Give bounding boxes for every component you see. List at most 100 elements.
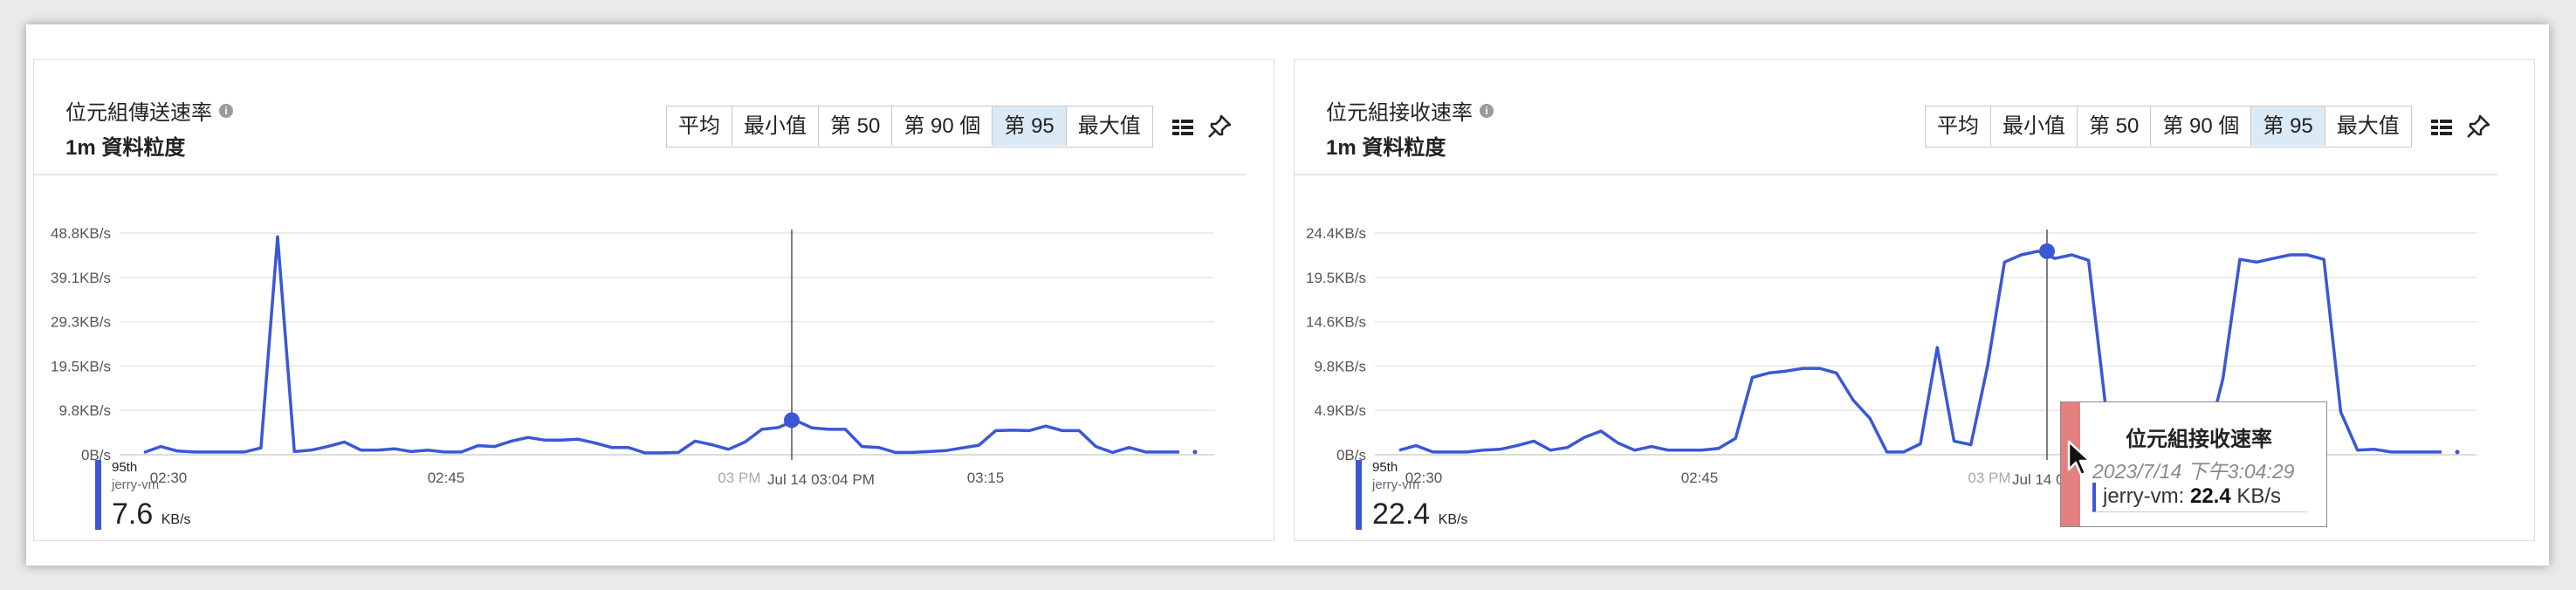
legend-toggle-icon[interactable] [2426, 111, 2457, 142]
data-point [1835, 371, 1838, 374]
data-point [627, 446, 630, 449]
chart-plot-area[interactable]: 0B/s9.8KB/s19.5KB/s29.3KB/s39.1KB/s48.8K… [34, 191, 1275, 488]
data-point [2356, 449, 2360, 452]
data-point [192, 450, 196, 454]
data-point [710, 443, 713, 447]
aggregation-min-button[interactable]: 最小值 [732, 106, 819, 146]
info-icon[interactable]: i [1480, 103, 1494, 118]
data-point [827, 428, 830, 431]
pin-icon[interactable] [1204, 111, 1235, 142]
data-point [994, 429, 998, 432]
data-point [409, 449, 413, 453]
data-point [1027, 429, 1031, 432]
aggregation-avg-button[interactable]: 平均 [1926, 106, 1991, 146]
chart-title: 位元組傳送速率 i [65, 95, 233, 126]
data-point [660, 451, 663, 455]
data-point [2002, 260, 2006, 264]
highlighted-data-point [2039, 243, 2055, 259]
y-tick-label: 48.8KB/s [51, 225, 111, 242]
bytes-sent-chart-card[interactable]: 位元組傳送速率 i 1m 資料粒度 平均 最小值 第 50 第 90 個 第 9… [33, 59, 1274, 541]
data-point [1599, 429, 1603, 433]
data-point [744, 440, 747, 443]
y-tick-label: 14.6KB/s [1306, 314, 1366, 331]
data-point [543, 438, 546, 442]
legend-value-number: 7.6 [112, 497, 154, 531]
tooltip-title: 位元組接收速率 [2126, 428, 2272, 451]
data-point [1868, 416, 1872, 420]
data-point [944, 449, 947, 452]
dashboard-canvas: 位元組傳送速率 i 1m 資料粒度 平均 最小值 第 50 第 90 個 第 9… [26, 24, 2549, 566]
data-point [894, 450, 897, 454]
data-point [2087, 258, 2091, 262]
data-point [2423, 450, 2427, 454]
aggregation-p95-button[interactable]: 第 95 [993, 106, 1067, 146]
data-point [2271, 257, 2275, 260]
chart-legend[interactable]: 95th jerry-vm 7.6 KB/s [95, 460, 191, 531]
data-point [2070, 253, 2073, 257]
data-point [760, 428, 764, 431]
tooltip-value: 22.4 [2189, 484, 2231, 508]
data-point [1851, 399, 1855, 402]
data-point [343, 440, 347, 443]
data-point [243, 450, 246, 454]
data-point [1666, 449, 1670, 452]
divider [1295, 174, 2497, 175]
data-point [1549, 449, 1552, 452]
data-point [977, 443, 980, 447]
series-end-marker [1192, 449, 1198, 455]
data-point [1398, 449, 1401, 452]
aggregation-max-button[interactable]: 最大值 [1067, 106, 1152, 146]
aggregation-p95-button[interactable]: 第 95 [2251, 106, 2325, 146]
data-point [2305, 253, 2309, 257]
aggregation-p50-button[interactable]: 第 50 [2078, 106, 2152, 146]
data-point [1700, 449, 1704, 452]
legend-value: 22.4 KB/s [1372, 497, 1467, 532]
aggregation-p90-button[interactable]: 第 90 個 [892, 106, 993, 146]
data-point [1061, 429, 1064, 432]
data-point [593, 441, 596, 444]
data-point [2222, 377, 2225, 381]
legend-series-name: 95th [112, 460, 138, 475]
data-point [1448, 450, 1452, 454]
legend-toggle-icon[interactable] [1167, 111, 1199, 142]
data-point [1161, 450, 1164, 454]
data-point [1633, 449, 1637, 452]
aggregation-avg-button[interactable]: 平均 [667, 106, 732, 146]
tooltip-series-row: jerry-vm: 22.4 KB/s [2092, 483, 2307, 512]
aggregation-p50-button[interactable]: 第 50 [819, 106, 893, 146]
data-point [1734, 436, 1737, 440]
data-point [2238, 257, 2242, 261]
data-point [1750, 376, 1754, 380]
data-point [459, 450, 463, 454]
chart-legend[interactable]: 95th jerry-vm 22.4 KB/s [1356, 460, 1467, 532]
legend-value-unit: KB/s [161, 512, 191, 527]
data-point [861, 445, 864, 449]
data-point [1768, 371, 1771, 374]
data-point [1566, 446, 1570, 449]
data-point [693, 439, 697, 442]
data-point [1011, 429, 1014, 432]
mouse-pointer-icon [2067, 440, 2092, 477]
data-point [2053, 257, 2057, 260]
data-point [443, 450, 446, 454]
data-point [610, 446, 614, 449]
y-tick-label: 9.8KB/s [58, 402, 111, 419]
tooltip-resource: jerry-vm: [2103, 484, 2190, 508]
data-point [1953, 439, 1956, 442]
data-point [292, 449, 296, 453]
data-point [2440, 450, 2443, 454]
aggregation-max-button[interactable]: 最大值 [2325, 106, 2411, 146]
data-point [2389, 450, 2393, 454]
data-point [1432, 450, 1435, 454]
y-tick-label: 9.8KB/s [1314, 358, 1366, 374]
data-point [1650, 445, 1653, 449]
data-point [2322, 257, 2325, 261]
data-point [376, 449, 380, 452]
info-icon[interactable]: i [219, 103, 233, 118]
data-point [1885, 450, 1888, 454]
bytes-received-chart-card[interactable]: 位元組接收速率 i 1m 資料粒度 平均 最小值 第 50 第 90 個 第 9… [1294, 59, 2535, 541]
aggregation-min-button[interactable]: 最小值 [1991, 106, 2078, 146]
pin-icon[interactable] [2463, 111, 2494, 142]
aggregation-p90-button[interactable]: 第 90 個 [2151, 106, 2252, 146]
chart-plot-area[interactable]: 0B/s4.9KB/s9.8KB/s14.6KB/s19.5KB/s24.4KB… [1295, 191, 2536, 488]
